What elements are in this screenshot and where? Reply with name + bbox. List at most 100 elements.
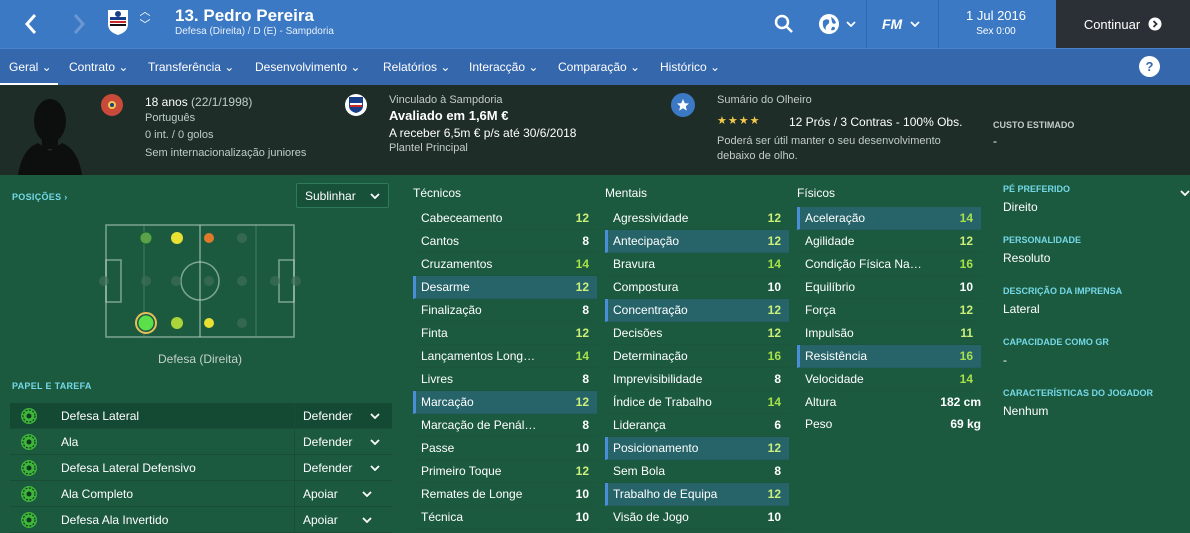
- tab-historico[interactable]: Histórico ⌄: [660, 60, 720, 74]
- tab-interaccao[interactable]: Interacção ⌄: [469, 60, 538, 74]
- attribute-name: Finalização: [421, 303, 482, 317]
- attribute-name: Primeiro Toque: [421, 464, 502, 478]
- role-row[interactable]: Defesa Lateral Defender: [10, 403, 392, 429]
- continue-arrow-icon: [1148, 17, 1162, 31]
- player-traits-value: Nenhum: [1003, 404, 1049, 418]
- attribute-value: 10: [767, 510, 781, 524]
- highlight-dropdown[interactable]: Sublinhar: [296, 183, 389, 208]
- attribute-row: Equilíbrio 10: [797, 276, 981, 299]
- attribute-name: Livres: [421, 372, 454, 386]
- player-nationality: Português: [145, 112, 196, 124]
- attribute-name: Imprevisibilidade: [613, 372, 703, 386]
- attribute-row: Finalização 8: [413, 299, 597, 322]
- attribute-row: Índice de Trabalho 14: [605, 391, 789, 414]
- duty-dropdown[interactable]: Defender: [294, 403, 392, 429]
- attribute-name: Decisões: [613, 326, 663, 340]
- player-silhouette-icon: [14, 93, 86, 175]
- attribute-value: 12: [575, 395, 589, 409]
- player-subtitle: Defesa (Direita) / D (E) - Sampdoria: [175, 26, 334, 37]
- attribute-value: 10: [767, 280, 781, 294]
- back-arrow-icon[interactable]: [18, 9, 44, 39]
- globe-menu-icon[interactable]: [818, 11, 856, 37]
- attribute-value: 11: [960, 326, 973, 340]
- weight-row: Peso 69 kg: [805, 417, 981, 431]
- attribute-name: Sem Bola: [613, 464, 666, 478]
- squad-status: Plantel Principal: [389, 142, 468, 154]
- duty-dropdown[interactable]: Defender: [294, 429, 392, 455]
- attribute-row: Cabeceamento 12: [413, 207, 597, 230]
- tab-bar: Geral ⌄ Contrato ⌄ Transferência ⌄ Desen…: [0, 48, 1190, 86]
- attribute-value: 16: [959, 349, 973, 363]
- role-row[interactable]: Ala Completo Apoiar: [10, 481, 392, 507]
- player-switch-updown-icon[interactable]: ︿ ﹀: [138, 6, 152, 36]
- attribute-name: Posicionamento: [613, 441, 699, 455]
- player-caps: 0 int. / 0 golos: [145, 129, 214, 141]
- tab-relatorios[interactable]: Relatórios ⌄: [383, 60, 450, 74]
- attribute-row: Impulsão 11: [797, 322, 981, 345]
- help-icon[interactable]: ?: [1139, 56, 1160, 77]
- attribute-row: Finta 12: [413, 322, 597, 345]
- positions-link[interactable]: POSIÇÕES ›: [12, 192, 68, 202]
- club-badge-icon: [345, 94, 367, 116]
- attribute-value: 14: [959, 211, 973, 225]
- tab-transferencia[interactable]: Transferência ⌄: [148, 60, 234, 74]
- attribute-value: 12: [767, 211, 781, 225]
- player-youth-caps: Sem internacionalização juniores: [145, 147, 307, 159]
- attribute-value: 12: [575, 211, 589, 225]
- scout-text-line1: Poderá ser útil manter o seu desenvolvim…: [717, 135, 941, 147]
- fm-menu-button[interactable]: FM: [882, 11, 920, 37]
- attribute-name: Bravura: [613, 257, 656, 271]
- body-measurements: Altura 182 cm Peso 69 kg: [797, 395, 987, 439]
- role-suitability-icon: [21, 486, 37, 502]
- tab-geral[interactable]: Geral ⌄: [9, 60, 52, 74]
- role-row[interactable]: Ala Defender: [10, 429, 392, 455]
- attribute-value: 12: [959, 303, 973, 317]
- duty-dropdown[interactable]: Apoiar: [294, 507, 392, 533]
- attribute-row: Marcação de Penál… 8: [413, 414, 597, 437]
- chevron-down-icon[interactable]: [1180, 190, 1190, 196]
- duty-dropdown[interactable]: Defender: [294, 455, 392, 481]
- attribute-row: Bravura 14: [605, 253, 789, 276]
- attribute-name: Técnica: [421, 510, 464, 524]
- estimated-cost-value: -: [993, 134, 997, 148]
- chevron-down-icon: [362, 491, 372, 497]
- player-wage: A receber 6,5m € p/s até 30/6/2018: [389, 126, 577, 140]
- attribute-name: Remates de Longe: [421, 487, 523, 501]
- tab-desenvolvimento[interactable]: Desenvolvimento ⌄: [255, 60, 360, 74]
- role-row[interactable]: Defesa Lateral Defensivo Defender: [10, 455, 392, 481]
- attribute-row: Trabalho de Equipa 12: [605, 483, 789, 506]
- technical-attributes: Técnicos Cabeceamento 12 Cantos 8 Cruzamento…: [413, 186, 597, 529]
- attribute-value: 14: [959, 372, 973, 386]
- attribute-row: Resistência 16: [797, 345, 981, 368]
- personality-label: PERSONALIDADE: [1003, 235, 1082, 245]
- attribute-name: Marcação de Penál…: [421, 418, 537, 432]
- attribute-name: Condição Física Na…: [805, 257, 922, 271]
- gk-ability-value: -: [1003, 353, 1007, 367]
- attribute-name: Desarme: [421, 280, 470, 294]
- player-traits-label: CARACTERÍSTICAS DO JOGADOR: [1003, 388, 1154, 398]
- forward-arrow-icon[interactable]: [66, 9, 92, 39]
- attribute-value: 10: [959, 280, 973, 294]
- role-suitability-icon: [21, 434, 37, 450]
- attribute-value: 8: [774, 464, 781, 478]
- attribute-value: 16: [959, 257, 973, 271]
- estimated-cost-label: CUSTO ESTIMADO: [993, 120, 1075, 130]
- attribute-name: Concentração: [613, 303, 688, 317]
- personality-value: Resoluto: [1003, 251, 1051, 265]
- tab-comparacao[interactable]: Comparação ⌄: [558, 60, 640, 74]
- attribute-value: 14: [575, 257, 589, 271]
- media-description-value: Lateral: [1003, 302, 1040, 316]
- role-row[interactable]: Defesa Ala Invertido Apoiar: [10, 507, 392, 533]
- duty-dropdown[interactable]: Apoiar: [294, 481, 392, 507]
- search-icon[interactable]: [774, 11, 794, 37]
- chevron-down-icon: [370, 413, 381, 419]
- scout-label: Sumário do Olheiro: [717, 94, 812, 106]
- continue-button[interactable]: Continuar: [1056, 0, 1190, 48]
- attribute-row: Remates de Longe 10: [413, 483, 597, 506]
- attribute-row: Condição Física Na… 16: [797, 253, 981, 276]
- position-pitch: [99, 224, 301, 338]
- scout-star-icon: [671, 93, 695, 117]
- tab-contrato[interactable]: Contrato ⌄: [69, 60, 128, 74]
- attribute-name: Agilidade: [805, 234, 855, 248]
- player-title: 13. Pedro Pereira: [175, 6, 314, 25]
